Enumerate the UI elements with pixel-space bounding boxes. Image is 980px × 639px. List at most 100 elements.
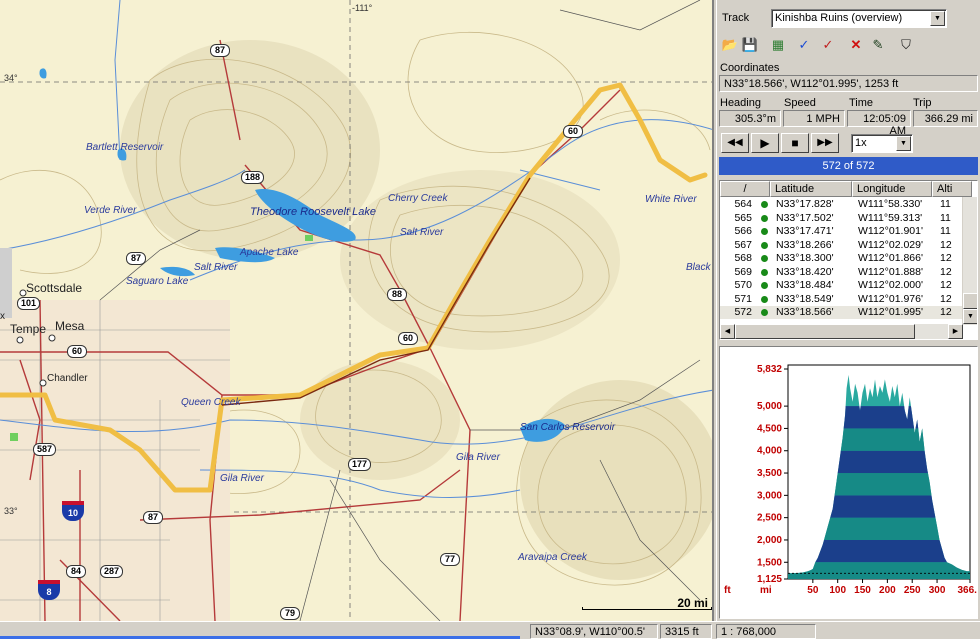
row-index: 566 — [734, 225, 752, 237]
row-longitude: W112°01.888' — [858, 265, 923, 278]
track-label: Track — [722, 12, 750, 24]
elevation-band — [788, 562, 970, 579]
edit-pen-icon[interactable]: ✎ — [867, 35, 889, 55]
route-shield: 60 — [398, 332, 418, 345]
speed-field: 1 MPH — [783, 110, 845, 127]
table-horizontal-scrollbar[interactable]: ◀ ▶ — [720, 324, 963, 339]
rewind-icon: ◀◀ — [727, 137, 743, 148]
track-select[interactable]: Kinishba Ruins (overview) ▼ — [771, 9, 947, 28]
grid-label-lat: 34° — [4, 73, 18, 83]
cursor-coordinates: N33°08.9', W110°00.5' — [530, 624, 658, 639]
scale-bar-line — [582, 607, 712, 610]
map-image-icon[interactable]: ▦ — [767, 35, 789, 55]
trackpoint-table[interactable]: / Latitude Longitude Alti 564 N33°17.828'… — [719, 180, 978, 340]
track-select-value: Kinishba Ruins (overview) — [775, 12, 903, 24]
scroll-left-icon[interactable]: ◀ — [720, 324, 735, 339]
trackpoint-dot-icon — [761, 309, 768, 316]
table-row[interactable]: 571 N33°18.549' W112°01.976' 12 — [720, 293, 963, 306]
elevation-profile[interactable]: 5,832 5,000 4,500 4,000 3,500 3,000 2,500 2,000… — [719, 346, 978, 619]
save-disk-icon[interactable]: 💾 — [739, 35, 761, 55]
route-shield: 287 — [100, 565, 124, 578]
table-row[interactable]: 572 N33°18.566' W112°01.995' 12 — [720, 306, 963, 319]
trackpoint-dot-icon — [761, 282, 768, 289]
row-latitude: N33°17.471' — [776, 225, 834, 237]
route-shield: 84 — [66, 565, 86, 578]
row-index: 568 — [734, 252, 752, 264]
row-longitude: W112°02.000' — [858, 279, 923, 291]
pick-point-icon[interactable]: ✓ — [793, 35, 815, 55]
row-index: 571 — [734, 292, 752, 305]
trackpoint-dot-icon — [761, 295, 768, 303]
table-row[interactable]: 564 N33°17.828' W111°58.330' 11 — [720, 198, 963, 211]
fast-forward-button[interactable]: ▶▶ — [811, 133, 839, 153]
delete-x-icon[interactable]: ✕ — [845, 35, 867, 55]
scroll-thumb[interactable] — [735, 324, 915, 339]
map-label-water: White River — [645, 194, 697, 205]
row-altitude: 12 — [940, 279, 952, 291]
table-row[interactable]: 570 N33°18.484' W112°02.000' 12 — [720, 279, 963, 292]
y-tick-label: 1,125 — [757, 574, 782, 585]
chevron-down-icon[interactable]: ▼ — [930, 11, 945, 26]
table-row[interactable]: 569 N33°18.420' W112°01.888' 12 — [720, 266, 963, 279]
table-row[interactable]: 567 N33°18.266' W112°02.029' 12 — [720, 239, 963, 252]
terrain-relief — [520, 380, 712, 580]
scroll-right-icon[interactable]: ▶ — [948, 324, 963, 339]
column-header-index[interactable]: / — [720, 181, 770, 197]
scroll-down-icon[interactable]: ▼ — [963, 309, 977, 324]
map-label-city: Scottsdale — [26, 281, 83, 295]
column-header-altitude[interactable]: Alti — [932, 181, 972, 197]
map-label-water: San Carlos Reservoir — [520, 422, 616, 433]
table-header: / Latitude Longitude Alti — [720, 181, 977, 197]
route-shield: 101 — [17, 297, 41, 310]
table-row[interactable]: 568 N33°18.300' W112°01.866' 12 — [720, 252, 963, 265]
column-header-latitude[interactable]: Latitude — [770, 181, 852, 197]
x-axis-unit: mi — [760, 585, 772, 596]
playback-speed-select[interactable]: 1x ▼ — [851, 134, 913, 153]
route-shield: 79 — [280, 607, 300, 620]
stop-button[interactable]: ■ — [781, 133, 809, 153]
map-label-water: Black — [686, 262, 711, 273]
scroll-thumb[interactable] — [963, 293, 977, 309]
column-header-longitude[interactable]: Longitude — [852, 181, 932, 197]
chevron-down-icon[interactable]: ▼ — [896, 136, 911, 151]
open-folder-icon[interactable]: 📂 — [719, 35, 741, 55]
binoculars-icon[interactable]: ⛉ — [895, 35, 917, 55]
map-label-water: Queen Creek — [181, 397, 241, 408]
trackpoint-dot-icon — [761, 268, 768, 276]
map-label-water: Cherry Creek — [388, 193, 448, 204]
scale-bar: 20 mi — [582, 596, 712, 616]
cursor-elevation: 3315 ft — [660, 624, 712, 639]
map-label-water: Verde River — [84, 205, 137, 216]
map-view[interactable]: -111° 34° 33° Bartlett Reservoir Verde R… — [0, 0, 714, 621]
map-label-water: Saguaro Lake — [126, 276, 189, 287]
row-latitude: N33°17.828' — [776, 198, 834, 210]
row-latitude: N33°17.502' — [776, 211, 834, 224]
row-altitude: 11 — [940, 225, 951, 237]
route-shield: 88 — [387, 288, 407, 301]
row-longitude: W112°01.866' — [858, 252, 923, 264]
x-tick-label: 150 — [854, 585, 871, 596]
route-shield: 177 — [348, 458, 372, 471]
table-row[interactable]: 565 N33°17.502' W111°59.313' 11 — [720, 212, 963, 225]
row-index: 569 — [734, 265, 752, 278]
map-label-water: Gila River — [456, 452, 500, 463]
play-icon: ▶ — [760, 136, 770, 150]
rewind-button[interactable]: ◀◀ — [721, 133, 749, 153]
trackpoint-dot-icon — [761, 214, 768, 222]
map-label-city: Mesa — [55, 319, 85, 333]
row-latitude: N33°18.300' — [776, 252, 834, 264]
map-canvas[interactable] — [0, 0, 714, 621]
map-label-water: Theodore Roosevelt Lake — [250, 206, 376, 218]
row-longitude: W112°01.901' — [858, 225, 923, 237]
track-panel: Track Kinishba Ruins (overview) ▼ 📂 💾 ▦ … — [716, 0, 980, 621]
play-button[interactable]: ▶ — [751, 133, 779, 153]
row-altitude: 11 — [940, 198, 951, 210]
playback-speed-value: 1x — [855, 137, 867, 149]
park-area — [10, 433, 18, 441]
map-label-water: Salt River — [194, 262, 238, 273]
pick-route-icon[interactable]: ✓ — [817, 35, 839, 55]
table-row[interactable]: 566 N33°17.471' W112°01.901' 11 — [720, 225, 963, 238]
route-shield: 87 — [143, 511, 163, 524]
grid-label-lon: -111° — [352, 3, 373, 13]
table-vertical-scrollbar[interactable]: ▼ — [962, 197, 977, 325]
